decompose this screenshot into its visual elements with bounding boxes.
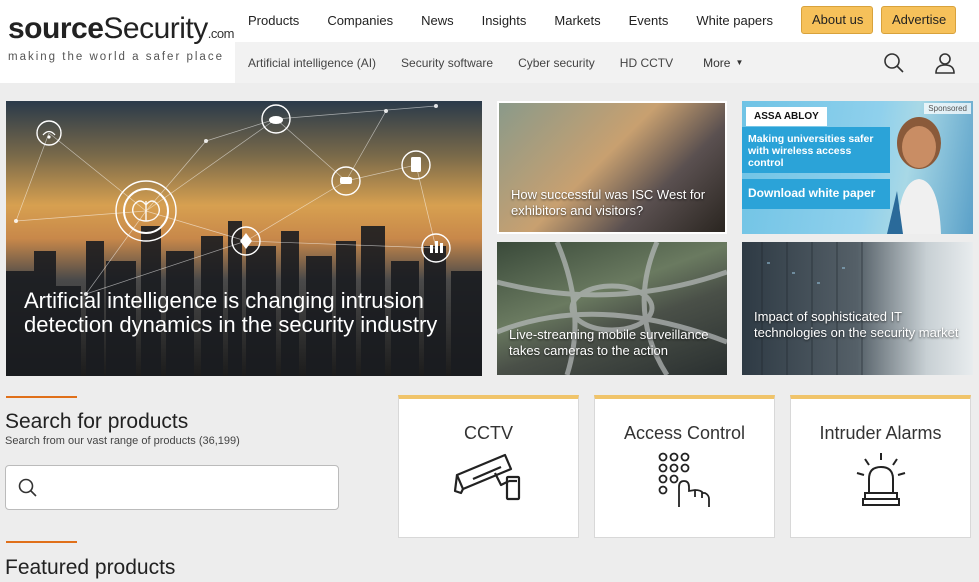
main-nav: Products Companies News Insights Markets… [248, 0, 801, 40]
cctv-camera-icon [453, 453, 520, 501]
hero-title[interactable]: Artificial intelligence is changing intr… [24, 289, 474, 337]
sponsored-ad[interactable]: ASSA ABLOY Sponsored Making universities… [742, 101, 973, 234]
nav-markets[interactable]: Markets [554, 13, 600, 28]
article-tile-mobile-surveillance[interactable]: Live-streaming mobile surveillance takes… [497, 242, 727, 375]
product-search-input[interactable] [5, 465, 339, 510]
sponsored-badge: Sponsored [924, 103, 971, 114]
logo-suffix: .com [207, 26, 235, 41]
site-logo[interactable]: sourceSecurity.com making the world a sa… [8, 12, 235, 64]
category-label: CCTV [464, 423, 513, 443]
nav-companies[interactable]: Companies [327, 13, 393, 28]
nav-insights[interactable]: Insights [482, 13, 527, 28]
search-icon [18, 478, 37, 497]
more-label: More [703, 55, 731, 70]
alarm-siren-icon [856, 453, 905, 506]
user-icon[interactable] [933, 51, 957, 75]
category-label: Intruder Alarms [819, 423, 942, 443]
search-products-subtitle: Search from our vast range of products (… [5, 435, 240, 447]
topic-cyber-security[interactable]: Cyber security [518, 56, 595, 70]
section-accent-line [6, 396, 77, 398]
logo-tagline: making the world a safer place [8, 51, 224, 63]
topic-ai[interactable]: Artificial intelligence (AI) [248, 56, 376, 70]
more-dropdown[interactable]: More ▼ [703, 56, 743, 70]
category-card-intruder-alarms[interactable]: Intruder Alarms [790, 395, 971, 538]
logo-bold-text: source [8, 12, 104, 45]
featured-products-heading: Featured products [5, 556, 176, 579]
site-header: sourceSecurity.com making the world a sa… [0, 0, 979, 83]
nav-products[interactable]: Products [248, 13, 299, 28]
search-products-heading: Search for products [5, 410, 189, 433]
category-card-cctv[interactable]: CCTV [398, 395, 579, 538]
logo-rest-text: Security [103, 12, 208, 45]
ad-headline: Making universities safer with wireless … [742, 127, 890, 173]
article-tile-isc-west[interactable]: How successful was ISC West for exhibito… [497, 101, 727, 234]
caret-down-icon: ▼ [735, 58, 744, 67]
about-us-button[interactable]: About us [801, 6, 873, 34]
category-label: Access Control [623, 423, 746, 443]
article-tile-title: Live-streaming mobile surveillance takes… [509, 327, 709, 358]
nav-events[interactable]: Events [629, 13, 669, 28]
article-tile-title: How successful was ISC West for exhibito… [511, 187, 706, 218]
download-white-paper-button[interactable]: Download white paper [742, 179, 890, 209]
search-icon[interactable] [883, 52, 905, 74]
article-tile-title: Impact of sophisticated IT technologies … [754, 309, 959, 340]
assa-abloy-logo: ASSA ABLOY [746, 107, 827, 126]
section-accent-line [6, 541, 77, 543]
woman-photo [887, 117, 941, 234]
hero-article[interactable]: Artificial intelligence is changing intr… [6, 101, 482, 376]
category-card-access-control[interactable]: Access Control [594, 395, 775, 538]
topic-security-software[interactable]: Security software [401, 56, 493, 70]
advertise-button[interactable]: Advertise [881, 6, 956, 34]
article-tile-it-technologies[interactable]: Impact of sophisticated IT technologies … [742, 242, 973, 375]
nav-white-papers[interactable]: White papers [696, 13, 773, 28]
topic-nav: Artificial intelligence (AI) Security so… [235, 42, 979, 83]
keypad-hand-icon [658, 452, 710, 507]
nav-news[interactable]: News [421, 13, 454, 28]
topic-hd-cctv[interactable]: HD CCTV [620, 56, 673, 70]
